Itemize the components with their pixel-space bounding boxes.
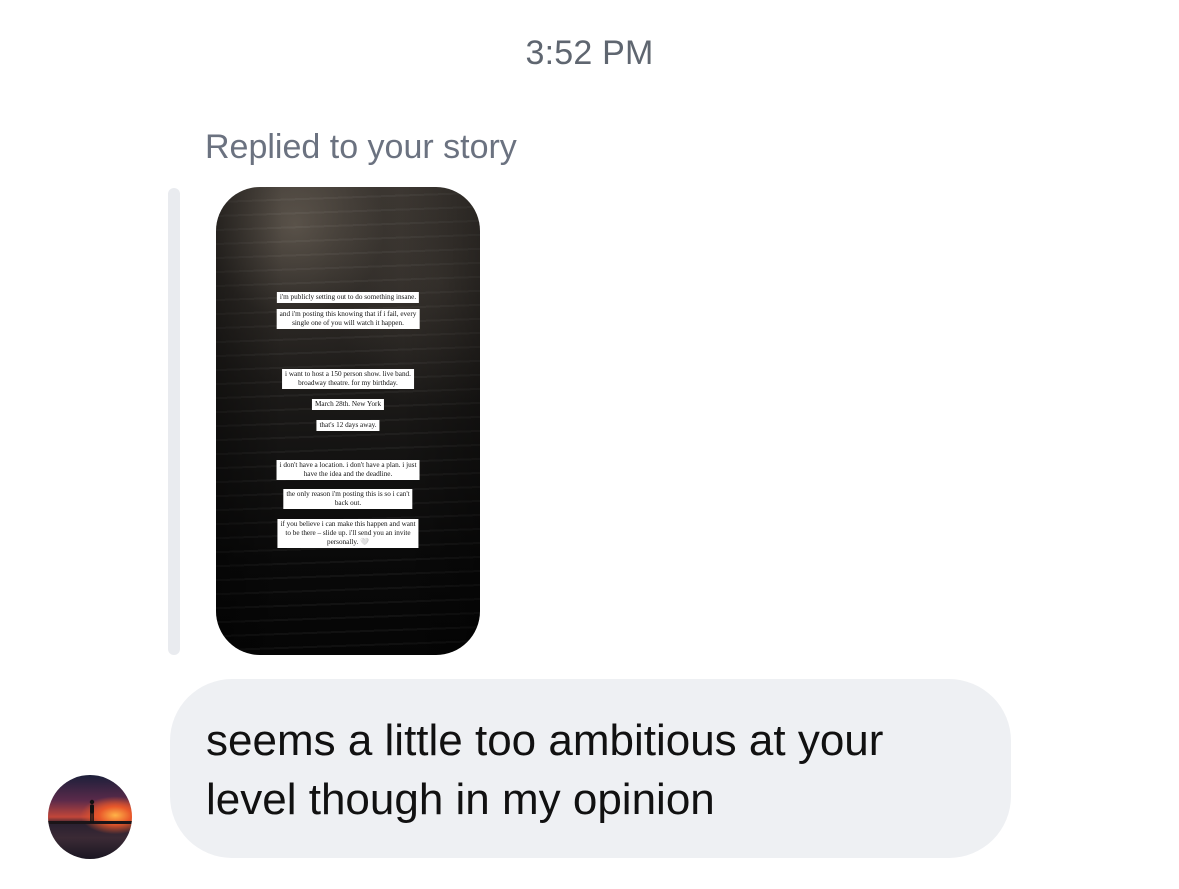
story-caption-line: i don't have a location. i don't have a … [279, 461, 417, 469]
story-caption-block: if you believe i can make this happen an… [277, 519, 419, 548]
story-caption-line: and i'm posting this knowing that if i f… [279, 310, 417, 318]
replied-to-story-label: Replied to your story [205, 128, 517, 166]
message-text: seems a little too ambitious at your lev… [206, 716, 884, 824]
story-caption-block: i want to host a 150 person show. live b… [282, 369, 414, 389]
story-caption-line: the only reason i'm posting this is so i… [286, 490, 410, 498]
timestamp: 3:52 PM [525, 34, 654, 72]
story-caption-line: broadway theatre. for my birthday. [298, 379, 398, 387]
person-silhouette-icon [89, 799, 95, 823]
story-caption-line: personally. 🤍 [326, 538, 369, 546]
story-caption-line: back out. [334, 499, 362, 507]
story-caption-line: that's 12 days away. [316, 420, 380, 431]
story-caption-line: if you believe i can make this happen an… [280, 520, 416, 528]
story-caption-line: i'm publicly setting out to do something… [276, 292, 420, 303]
story-caption-line: have the idea and the deadline. [303, 470, 393, 478]
sender-avatar[interactable] [48, 775, 132, 859]
reply-quote-bar [168, 188, 180, 655]
story-caption-block: i don't have a location. i don't have a … [276, 460, 420, 480]
story-thumbnail[interactable]: i'm publicly setting out to do something… [216, 187, 480, 655]
story-caption-line: to be there – slide up. i'll send you an… [285, 529, 411, 537]
story-caption-line: i want to host a 150 person show. live b… [285, 370, 411, 378]
story-caption-line: March 28th. New York [311, 399, 385, 410]
message-bubble[interactable]: seems a little too ambitious at your lev… [170, 679, 1011, 858]
story-caption-block: and i'm posting this knowing that if i f… [276, 309, 420, 329]
story-caption-line: single one of you will watch it happen. [292, 319, 404, 327]
story-caption-block: the only reason i'm posting this is so i… [283, 489, 413, 509]
